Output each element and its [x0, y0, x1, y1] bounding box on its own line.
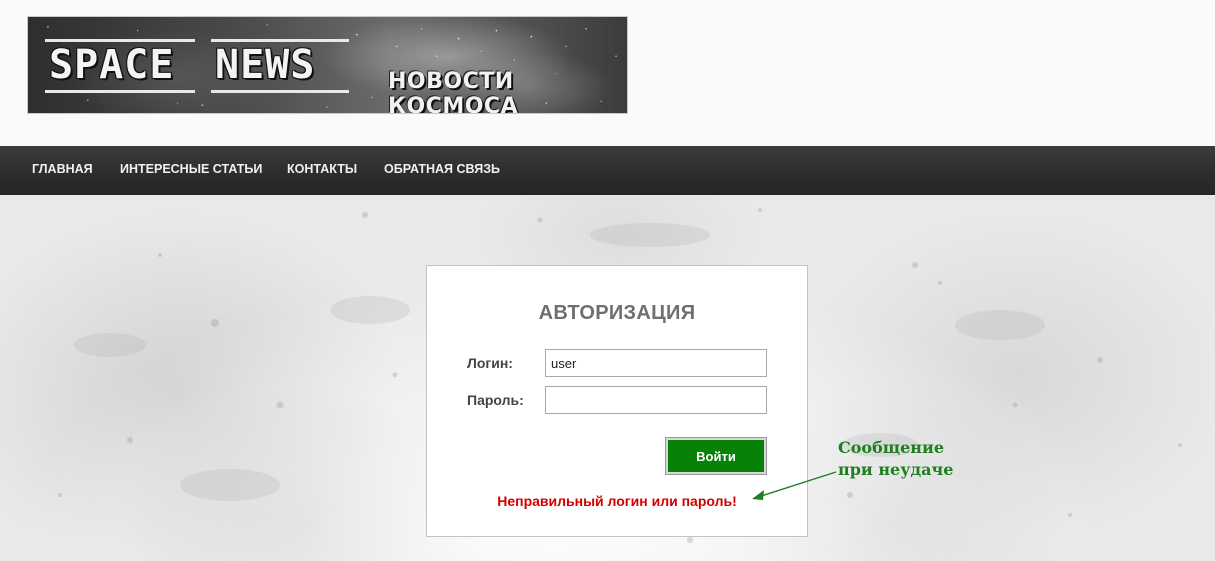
nav-item-interesting-articles[interactable]: ИНТЕРЕСНЫЕ СТАТЬИ: [120, 146, 262, 195]
login-label: Логин:: [467, 355, 513, 371]
page: SPACE NEWS НОВОСТИ КОСМОСА ГЛАВНАЯ ИНТЕР…: [0, 0, 1215, 561]
logo-word-news: NEWS: [211, 39, 349, 93]
nav-item-home[interactable]: ГЛАВНАЯ: [32, 146, 93, 195]
login-input[interactable]: [545, 349, 767, 377]
annotation-arrow-icon: [752, 471, 837, 500]
logo-word-space: SPACE: [45, 39, 195, 93]
site-header: SPACE NEWS НОВОСТИ КОСМОСА: [0, 0, 1215, 146]
nav-item-feedback[interactable]: ОБРАТНАЯ СВЯЗЬ: [384, 146, 500, 195]
logo-banner[interactable]: SPACE NEWS НОВОСТИ КОСМОСА: [27, 16, 628, 114]
password-input[interactable]: [545, 386, 767, 414]
main-navigation: ГЛАВНАЯ ИНТЕРЕСНЫЕ СТАТЬИ КОНТАКТЫ ОБРАТ…: [0, 146, 1215, 196]
annotation-line-1: Сообщение: [838, 438, 944, 457]
password-label: Пароль:: [467, 392, 524, 408]
failure-annotation: Сообщение при неудаче: [838, 437, 953, 481]
annotation-line-2: при неудаче: [838, 460, 954, 479]
nav-item-contacts[interactable]: КОНТАКТЫ: [287, 146, 357, 195]
logo-subtitle: НОВОСТИ КОСМОСА: [388, 69, 519, 114]
login-submit-button[interactable]: Войти: [665, 437, 767, 475]
login-title: АВТОРИЗАЦИЯ: [538, 302, 696, 324]
